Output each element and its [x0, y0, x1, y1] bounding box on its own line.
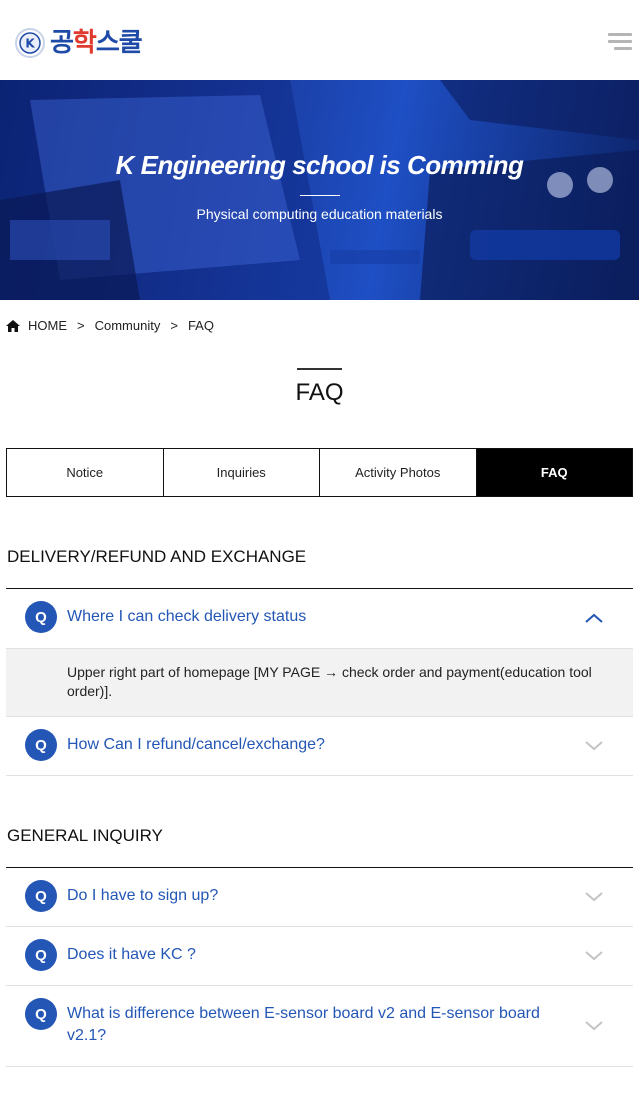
community-tabs: Notice Inquiries Activity Photos FAQ — [6, 448, 633, 497]
logo-char-3: 스쿨 — [95, 28, 143, 58]
faq-question-sign-up[interactable]: Q Do I have to sign up? — [6, 868, 633, 927]
section-title-delivery: DELIVERY/REFUND AND EXCHANGE — [7, 547, 307, 566]
breadcrumb-separator: > — [77, 317, 85, 333]
hero-divider — [300, 195, 340, 196]
logo-wordmark: 공학스쿨 — [50, 26, 143, 60]
page-title-divider — [297, 368, 342, 370]
breadcrumb-current: FAQ — [187, 317, 214, 333]
logo-char-2: 학 — [72, 28, 97, 58]
hero-banner: K Engineering school is Comming Physical… — [0, 80, 639, 300]
question-badge: Q — [25, 939, 57, 971]
question-badge: Q — [25, 601, 57, 633]
hamburger-menu-icon[interactable] — [608, 33, 632, 51]
chevron-down-icon[interactable] — [584, 949, 604, 961]
faq-question-text: How Can I refund/cancel/exchange? — [67, 736, 325, 753]
logo-emblem-letter: K — [25, 37, 35, 51]
faq-question-text: What is difference between E-sensor boar… — [67, 1005, 540, 1044]
faq-question-esensor-board[interactable]: Q What is difference between E-sensor bo… — [6, 986, 633, 1067]
chevron-down-icon[interactable] — [584, 739, 604, 751]
chevron-up-icon[interactable] — [584, 612, 604, 624]
question-badge: Q — [25, 880, 57, 912]
hero-title: K Engineering school is Comming — [115, 150, 524, 180]
logo-emblem-icon: K — [15, 28, 45, 58]
faq-answer: Upper right part of homepage [MY PAGE → … — [6, 648, 633, 717]
tab-inquiries[interactable]: Inquiries — [163, 449, 320, 496]
breadcrumb-home[interactable]: HOME — [28, 318, 67, 333]
faq-question-delivery-status[interactable]: Q Where I can check delivery status — [6, 589, 633, 648]
home-icon[interactable] — [6, 319, 20, 333]
breadcrumb-community[interactable]: Community — [95, 318, 161, 333]
chevron-down-icon[interactable] — [584, 1019, 604, 1031]
site-logo[interactable]: K 공학스쿨 — [14, 26, 143, 60]
faq-question-refund[interactable]: Q How Can I refund/cancel/exchange? — [6, 717, 633, 776]
breadcrumb: HOME > Community > FAQ — [6, 316, 214, 334]
faq-answer-text: Upper right part of homepage [MY PAGE → … — [67, 664, 592, 699]
hero-background-image — [0, 80, 639, 300]
chevron-down-icon[interactable] — [584, 890, 604, 902]
faq-question-text: Where I can check delivery status — [67, 608, 307, 625]
tab-faq[interactable]: FAQ — [476, 449, 632, 496]
breadcrumb-separator: > — [170, 317, 178, 333]
logo-char-1: 공 — [50, 28, 74, 58]
tab-notice[interactable]: Notice — [7, 449, 164, 496]
faq-question-kc[interactable]: Q Does it have KC ? — [6, 927, 633, 986]
page-title: FAQ — [295, 379, 344, 406]
site-header: K 공학스쿨 — [0, 0, 639, 80]
hero-subtitle: Physical computing education materials — [196, 206, 443, 222]
question-badge: Q — [25, 729, 57, 761]
section-title-general: GENERAL INQUIRY — [7, 826, 163, 845]
tab-activity-photos[interactable]: Activity Photos — [320, 449, 477, 496]
faq-question-text: Do I have to sign up? — [67, 887, 219, 904]
faq-question-text: Does it have KC ? — [67, 946, 196, 963]
question-badge: Q — [25, 998, 57, 1030]
